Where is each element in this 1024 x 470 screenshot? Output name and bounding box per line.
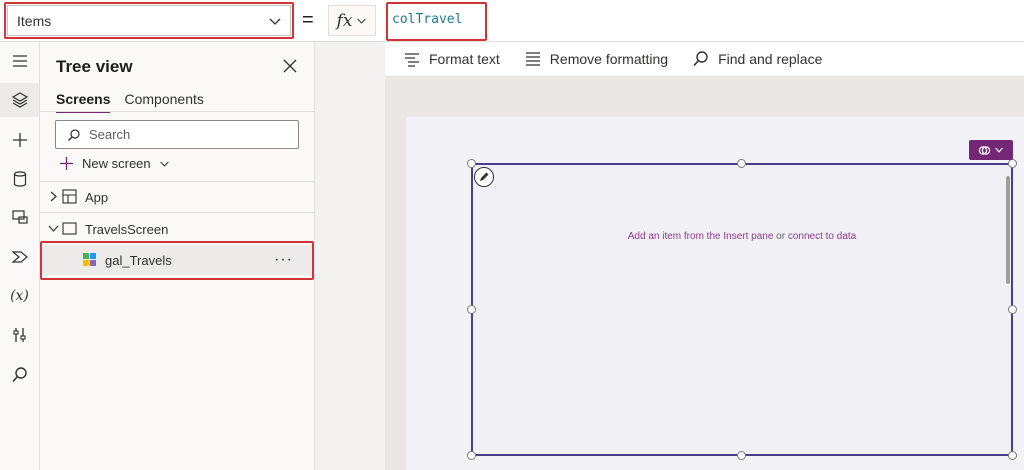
format-text-button[interactable]: Format text [403,50,500,68]
database-icon [13,171,26,187]
search-icon [68,128,80,141]
tree-node-label: TravelsScreen [85,222,169,237]
find-and-replace-button[interactable]: Find and replace [692,50,822,68]
screen-icon [62,222,77,235]
equals-sign: = [302,9,314,31]
edit-gallery-button[interactable] [474,167,494,187]
tab-components[interactable]: Components [124,91,203,113]
left-rail: (x) [0,42,40,470]
format-text-label: Format text [429,51,500,67]
hamburger-menu-button[interactable] [0,44,39,78]
layers-icon [11,92,28,108]
chevron-down-icon [995,147,1003,153]
variables-icon: (x) [10,288,29,304]
find-and-replace-label: Find and replace [718,51,823,67]
insert-plus-icon [12,133,27,147]
close-icon[interactable] [283,59,297,73]
advanced-tools-button[interactable] [0,318,39,352]
resize-handle[interactable] [737,451,746,460]
power-apps-studio: Items = fx colTravel Format text Remove … [0,0,1024,470]
new-screen-label: New screen [82,156,151,171]
gallery-empty-message: Add an item from the Insert pane or conn… [471,231,1013,242]
divider [40,212,315,213]
remove-formatting-icon [525,52,540,66]
tree-node-gallery[interactable]: gal_Travels ··· [40,245,315,275]
tools-icon [12,328,26,342]
tree-view-button[interactable] [0,83,39,117]
property-dropdown[interactable]: Items [7,5,291,36]
gallery-message-or: or [773,231,788,242]
format-text-icon [405,53,419,67]
resize-handle[interactable] [1008,451,1017,460]
media-icon [11,210,28,224]
property-value: Items [17,12,52,29]
gallery-control[interactable] [471,163,1013,456]
more-options-button[interactable]: ··· [274,251,293,269]
search-placeholder: Search [89,127,131,142]
insert-button[interactable] [0,123,39,157]
tree-view-title: Tree view [56,57,133,76]
copilot-icon [978,145,991,155]
search-icon [11,367,27,383]
tree-node-label: gal_Travels [105,253,172,268]
power-automate-button[interactable] [0,240,39,274]
remove-formatting-button[interactable]: Remove formatting [524,50,668,68]
chevron-down-icon[interactable] [48,223,59,234]
fx-label: fx [336,10,353,31]
power-automate-icon [10,251,28,263]
tree-view-panel: Tree view Screens Components Search New … [40,42,315,470]
tab-screens[interactable]: Screens [56,91,111,113]
ribbon-toolbar: Format text Remove formatting Find and r… [385,42,1024,77]
formula-bar: Items = fx colTravel [0,0,1024,42]
hamburger-menu-icon [12,55,27,67]
tree-search-input[interactable]: Search [55,120,299,149]
tree-tabs: Screens Components [56,91,204,113]
gallery-layout-button[interactable] [969,140,1013,160]
formula-input[interactable]: colTravel [387,4,1024,38]
chevron-down-icon [159,161,169,167]
plus-icon [60,157,73,170]
pencil-icon [480,172,489,181]
new-screen-button[interactable]: New screen [59,156,170,171]
resize-handle[interactable] [1008,159,1017,168]
gallery-icon [83,253,96,266]
formula-text: colTravel [392,12,463,27]
resize-handle[interactable] [467,305,476,314]
resize-handle[interactable] [467,159,476,168]
app-icon [62,189,77,204]
media-button[interactable] [0,200,39,234]
chevron-down-icon [269,18,281,25]
tree-node-app[interactable]: App [40,182,315,212]
chevron-right-icon[interactable] [48,191,59,202]
divider [40,111,315,112]
fx-button[interactable]: fx [328,5,376,36]
variables-button[interactable]: (x) [0,279,39,313]
resize-handle[interactable] [1008,305,1017,314]
search-rail-button[interactable] [0,358,39,392]
connect-to-data-link[interactable]: connect to data [788,231,856,242]
gallery-message-text: Add an item from the Insert pane [627,231,774,242]
resize-handle[interactable] [467,451,476,460]
chevron-down-icon [357,18,367,24]
gallery-scrollbar[interactable] [1006,176,1010,284]
search-icon [693,51,708,67]
remove-formatting-label: Remove formatting [549,51,669,67]
data-button[interactable] [0,162,39,196]
tree-node-label: App [85,190,109,205]
tree-node-screen[interactable]: TravelsScreen [40,214,315,244]
resize-handle[interactable] [737,159,746,168]
